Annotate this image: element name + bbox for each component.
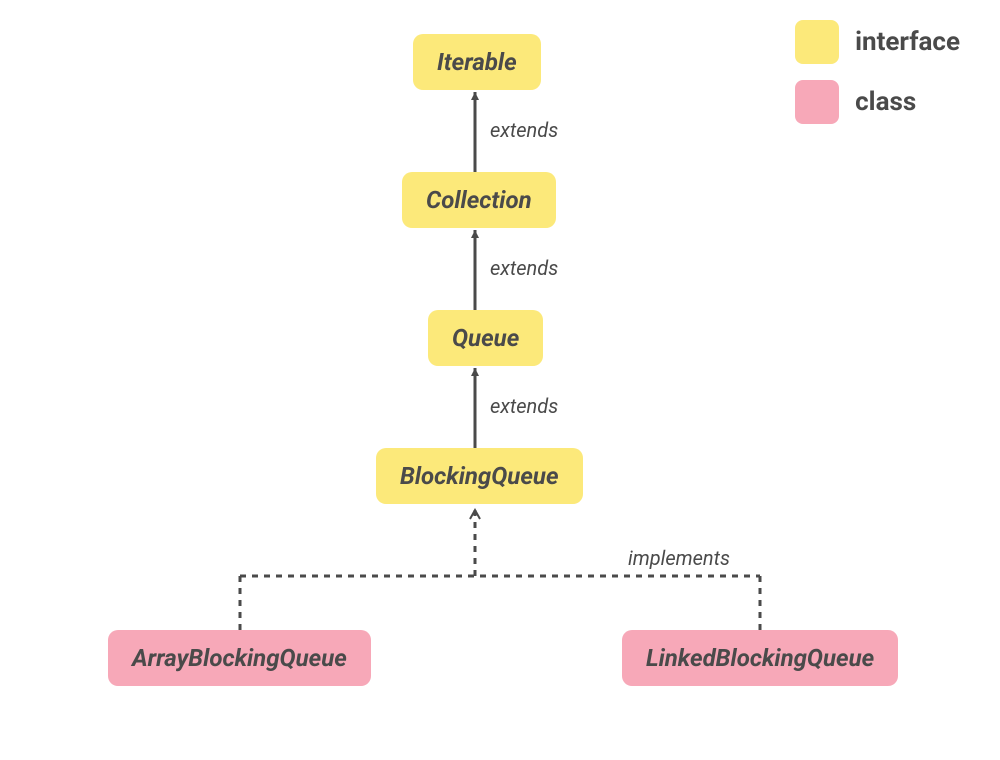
node-iterable-label: Iterable [437, 48, 517, 76]
legend-item-class: class [795, 80, 960, 124]
edge-label-implements: implements [628, 546, 730, 570]
node-iterable: Iterable [413, 34, 541, 90]
legend-label-interface: interface [855, 27, 960, 57]
legend-swatch-interface [795, 20, 839, 64]
node-arrayblockingqueue: ArrayBlockingQueue [108, 630, 371, 686]
edge-label-extends-2: extends [490, 256, 558, 280]
edge-label-extends-3: extends [490, 394, 558, 418]
node-blockingqueue: BlockingQueue [376, 448, 583, 504]
legend: interface class [795, 20, 960, 124]
node-linkedblockingqueue-label: LinkedBlockingQueue [646, 644, 874, 672]
edge-label-extends-1: extends [490, 118, 558, 142]
node-queue: Queue [428, 310, 543, 366]
node-collection-label: Collection [426, 186, 532, 214]
legend-label-class: class [855, 87, 916, 117]
node-collection: Collection [402, 172, 556, 228]
legend-item-interface: interface [795, 20, 960, 64]
legend-swatch-class [795, 80, 839, 124]
node-arrayblockingqueue-label: ArrayBlockingQueue [132, 644, 347, 672]
node-linkedblockingqueue: LinkedBlockingQueue [622, 630, 898, 686]
node-blockingqueue-label: BlockingQueue [400, 462, 559, 490]
node-queue-label: Queue [452, 324, 519, 352]
